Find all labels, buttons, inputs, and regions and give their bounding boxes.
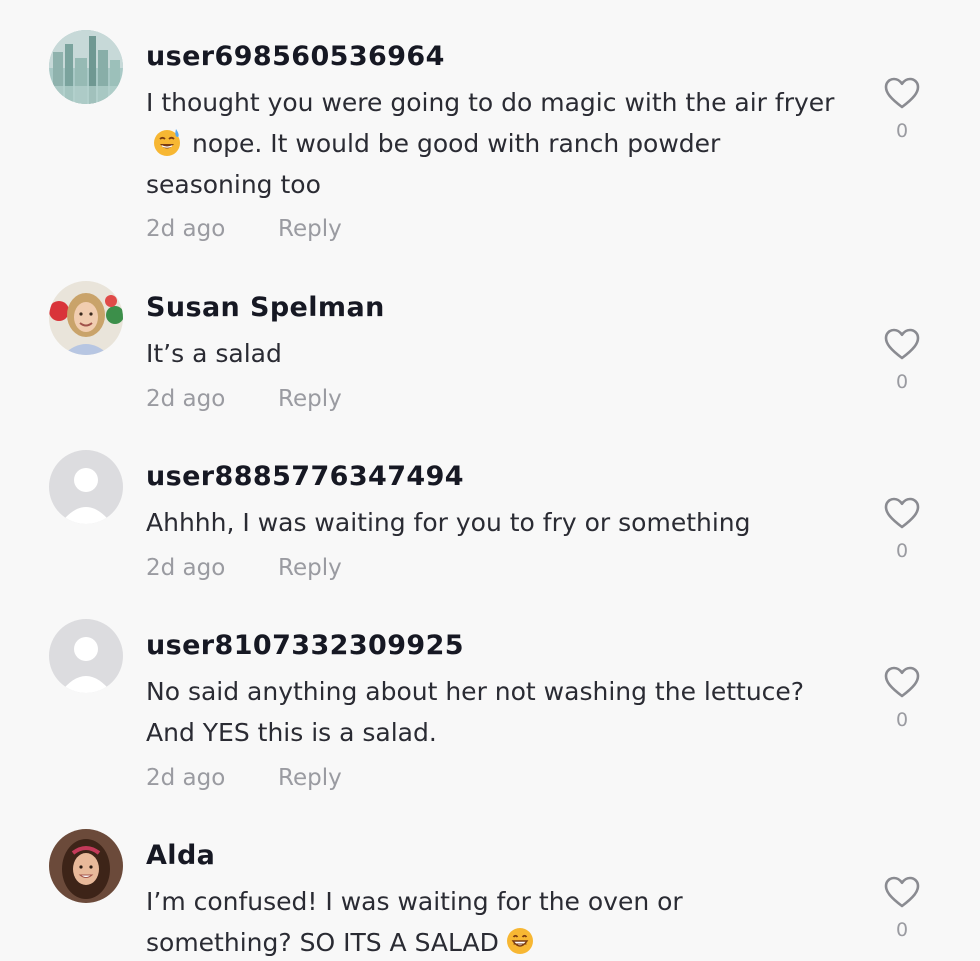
like-button[interactable]: 0	[882, 77, 922, 142]
timestamp: 2d ago	[146, 765, 226, 791]
heart-icon	[884, 876, 920, 908]
woman-photo-avatar-icon	[49, 281, 123, 355]
timestamp: 2d ago	[146, 216, 226, 242]
reply-button[interactable]: Reply	[278, 216, 342, 242]
avatar[interactable]	[49, 281, 123, 355]
timestamp: 2d ago	[146, 555, 226, 581]
grinning-face-icon	[505, 926, 535, 956]
username[interactable]: user8885776347494	[146, 461, 464, 492]
heart-icon	[884, 666, 920, 698]
comment-text: No said anything about her not washing t…	[146, 677, 805, 747]
username[interactable]: Susan Spelman	[146, 292, 385, 323]
heart-icon	[884, 497, 920, 529]
like-count: 0	[895, 540, 909, 562]
heart-icon	[884, 77, 920, 109]
like-count: 0	[895, 709, 909, 731]
comment-meta: 2d ago Reply	[146, 216, 342, 242]
username[interactable]: user698560536964	[146, 41, 445, 72]
comment-text-part: I thought you were going to do magic wit…	[146, 88, 835, 117]
comment-text: It’s a salad	[146, 339, 282, 368]
username[interactable]: Alda	[146, 840, 215, 871]
avatar[interactable]	[49, 450, 123, 524]
username[interactable]: user8107332309925	[146, 630, 464, 661]
comment-list: user698560536964 I thought you were goin…	[0, 0, 980, 961]
avatar[interactable]	[49, 619, 123, 693]
like-button[interactable]: 0	[882, 497, 922, 562]
like-count: 0	[895, 919, 909, 941]
default-avatar-icon	[49, 450, 123, 524]
timestamp: 2d ago	[146, 386, 226, 412]
reply-button[interactable]: Reply	[278, 386, 342, 412]
city-skyline-avatar-icon	[49, 30, 123, 104]
like-button[interactable]: 0	[882, 876, 922, 941]
comment-text: Ahhhh, I was waiting for you to fry or s…	[146, 508, 751, 537]
like-count: 0	[895, 371, 909, 393]
reply-button[interactable]: Reply	[278, 555, 342, 581]
woman-photo-avatar-icon	[49, 829, 123, 903]
comment-meta: 2d ago Reply	[146, 555, 342, 581]
avatar[interactable]	[49, 829, 123, 903]
heart-icon	[884, 328, 920, 360]
like-button[interactable]: 0	[882, 666, 922, 731]
like-button[interactable]: 0	[882, 328, 922, 393]
comment-text-part: I’m confused! I was waiting for the oven…	[146, 887, 683, 957]
comment-text: I’m confused! I was waiting for the oven…	[146, 881, 836, 961]
smiling-face-with-sweat-icon	[152, 127, 182, 157]
default-avatar-icon	[49, 619, 123, 693]
reply-button[interactable]: Reply	[278, 765, 342, 791]
comment-text: I thought you were going to do magic wit…	[146, 82, 836, 205]
like-count: 0	[895, 120, 909, 142]
comment-meta: 2d ago Reply	[146, 386, 342, 412]
comment-meta: 2d ago Reply	[146, 765, 342, 791]
comment-text-part: nope. It would be good with ranch powder…	[146, 129, 721, 199]
avatar[interactable]	[49, 30, 123, 104]
